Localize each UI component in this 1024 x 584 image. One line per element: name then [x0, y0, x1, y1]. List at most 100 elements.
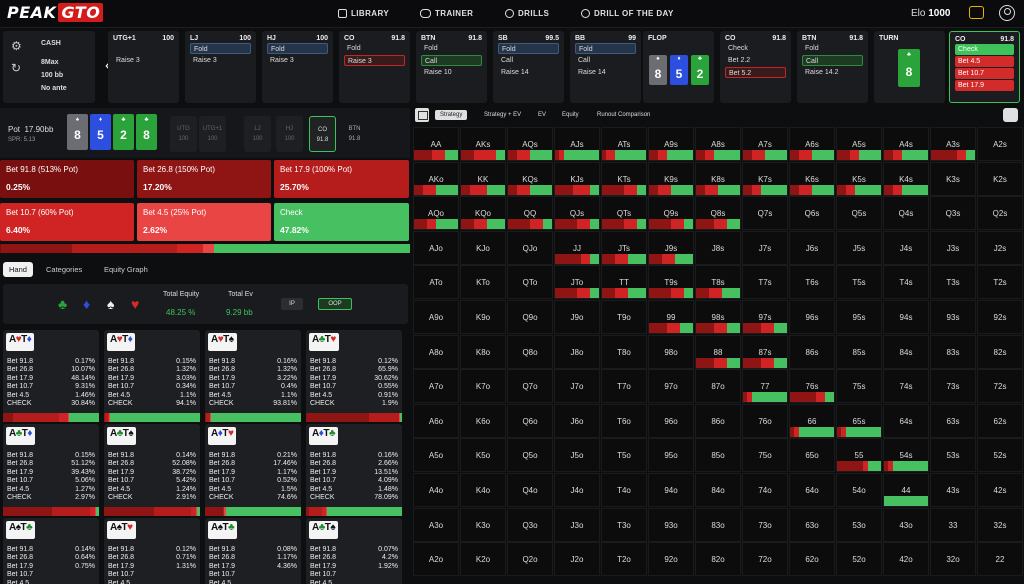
matrix-cell[interactable]: T4s — [883, 265, 929, 300]
matrix-cell[interactable]: K5s — [836, 161, 882, 196]
matrix-cell[interactable]: J9s — [648, 230, 694, 265]
matrix-cell[interactable]: T5o — [601, 438, 647, 473]
matrix-cell[interactable]: 98o — [648, 334, 694, 369]
action-option[interactable]: Call — [421, 55, 482, 66]
matrix-cell[interactable]: 43o — [883, 507, 929, 542]
seat-btn[interactable]: BTN 91.8 — [341, 116, 368, 152]
matrix-cell[interactable]: 95s — [836, 300, 882, 334]
matrix-cell[interactable]: 96o — [648, 403, 694, 438]
logo[interactable]: PEAK GTO — [7, 3, 104, 22]
matrix-cell[interactable]: A7o — [413, 369, 459, 404]
matrix-cell[interactable]: T2s — [977, 265, 1023, 300]
matrix-cell[interactable]: K6s — [789, 161, 835, 196]
action-card-btn[interactable]: BTN 91.8 Fold Call Raise 10 — [416, 31, 487, 103]
matrix-cell[interactable]: T6s — [789, 265, 835, 300]
matrix-cell[interactable]: J6s — [789, 230, 835, 265]
combo-card[interactable]: A♥T♦ Bet 91.8 0.15% Bet 26.8 1.32% Bet 17.9 3.… — [104, 330, 200, 422]
matrix-cell[interactable]: T2o — [601, 542, 647, 577]
matrix-cell[interactable]: QJs — [554, 196, 600, 231]
combo-card[interactable]: A♣T♠ Bet 91.8 0.14% Bet 26.8 52.08% Bet 17.9 3… — [104, 424, 201, 516]
combo-card[interactable]: A♠T♣ Bet 91.8 0.14% Bet 26.8 0.64% Bet 17.9 0.… — [3, 518, 99, 584]
matrix-cell[interactable]: 66 — [789, 403, 835, 438]
tab-hand[interactable]: Hand — [3, 262, 33, 277]
matrix-cell[interactable]: 92s — [977, 300, 1023, 334]
matrix-cell[interactable]: A3o — [413, 507, 459, 542]
matrix-cell[interactable]: T4o — [601, 473, 647, 507]
matrix-cell[interactable]: 76s — [789, 369, 835, 404]
matrix-cell[interactable]: AQo — [413, 196, 459, 231]
matrix-cell[interactable]: K7o — [460, 369, 506, 404]
matrix-cell[interactable]: Q4s — [883, 196, 929, 231]
matrix-cell[interactable]: K4o — [460, 473, 506, 507]
combo-card[interactable]: A♠T♣ Bet 91.8 0.08% Bet 26.8 1.17% Bet 17.9 4.… — [205, 518, 301, 584]
action-option[interactable]: Check — [725, 43, 786, 54]
matrix-cell[interactable]: JTo — [554, 265, 600, 300]
matrix-cell[interactable]: Q2s — [977, 196, 1023, 231]
matrix-cell[interactable]: J4o — [554, 473, 600, 507]
matrix-cell[interactable]: 82s — [977, 334, 1023, 369]
matrix-cell[interactable]: 44 — [883, 473, 929, 507]
matrix-cell[interactable]: AJo — [413, 230, 459, 265]
matrix-cell[interactable]: T9o — [601, 300, 647, 334]
matrix-cell[interactable]: JJ — [554, 230, 600, 265]
matrix-cell[interactable]: Q9s — [648, 196, 694, 231]
matrix-cell[interactable]: 84o — [695, 473, 741, 507]
matrix-cell[interactable]: QJo — [507, 230, 553, 265]
action-option[interactable]: Check — [955, 44, 1014, 55]
matrix-cell[interactable]: 82o — [695, 542, 741, 577]
matrix-cell[interactable]: Q6s — [789, 196, 835, 231]
matrix-cell[interactable]: A2s — [977, 127, 1023, 161]
matrix-cell[interactable]: 54o — [836, 473, 882, 507]
matrix-cell[interactable]: 93o — [648, 507, 694, 542]
action-option[interactable]: Bet 17.9 — [955, 80, 1014, 91]
matrix-cell[interactable]: Q4o — [507, 473, 553, 507]
matrix-cell[interactable]: J3o — [554, 507, 600, 542]
combo-card[interactable]: A♥T♠ Bet 91.8 0.16% Bet 26.8 1.32% Bet 17.9 3.… — [205, 330, 302, 422]
matrix-cell[interactable]: 75o — [742, 438, 788, 473]
matrix-cell[interactable]: KJo — [460, 230, 506, 265]
tab-ev[interactable]: EV — [533, 110, 551, 120]
bet-option[interactable]: Bet 10.7 (60% Pot) 6.40% — [0, 203, 134, 241]
matrix-cell[interactable]: Q7o — [507, 369, 553, 404]
action-card-btn[interactable]: BTN 91.8 Fold Call Raise 14.2 — [797, 31, 868, 103]
tab-strategy-ev[interactable]: Strategy + EV — [479, 110, 526, 120]
matrix-cell[interactable]: 83o — [695, 507, 741, 542]
action-option[interactable]: Raise 10 — [421, 67, 482, 78]
matrix-cell[interactable]: 94o — [648, 473, 694, 507]
matrix-cell[interactable]: K4s — [883, 161, 929, 196]
seat-utg+1[interactable]: UTG+1 100 — [199, 116, 226, 152]
matrix-cell[interactable]: J4s — [883, 230, 929, 265]
matrix-cell[interactable]: A9s — [648, 127, 694, 161]
action-option[interactable]: Fold — [190, 43, 251, 54]
matrix-cell[interactable]: 94s — [883, 300, 929, 334]
matrix-cell[interactable]: Q8o — [507, 334, 553, 369]
matrix-cell[interactable]: 42s — [977, 473, 1023, 507]
matrix-cell[interactable]: 97o — [648, 369, 694, 404]
matrix-cell[interactable]: Q7s — [742, 196, 788, 231]
matrix-cell[interactable]: A8o — [413, 334, 459, 369]
matrix-cell[interactable]: 42o — [883, 542, 929, 577]
matrix-cell[interactable]: KJs — [554, 161, 600, 196]
action-card-bb[interactable]: BB 99 Fold Call Raise 14 — [570, 31, 641, 103]
action-option[interactable]: Bet 4.5 — [955, 56, 1014, 67]
matrix-cell[interactable]: QTs — [601, 196, 647, 231]
matrix-cell[interactable]: A6s — [789, 127, 835, 161]
matrix-cell[interactable]: 64o — [789, 473, 835, 507]
matrix-cell[interactable]: K8o — [460, 334, 506, 369]
bet-option[interactable]: Check 47.82% — [274, 203, 409, 241]
combo-card[interactable]: A♦T♣ Bet 91.8 0.16% Bet 26.8 2.66% Bet 17.9 13… — [306, 424, 402, 516]
action-card-turn[interactable]: TURN ♣ 8 — [874, 31, 945, 103]
club-filter-icon[interactable]: ♣ — [58, 296, 67, 312]
matrix-cell[interactable]: 55 — [836, 438, 882, 473]
matrix-cell[interactable]: 22 — [977, 542, 1023, 577]
matrix-cell[interactable]: AJs — [554, 127, 600, 161]
matrix-cell[interactable]: 65o — [789, 438, 835, 473]
matrix-cell[interactable]: 64s — [883, 403, 929, 438]
matrix-cell[interactable]: QQ — [507, 196, 553, 231]
matrix-cell[interactable]: 74s — [883, 369, 929, 404]
matrix-cell[interactable]: 87o — [695, 369, 741, 404]
matrix-cell[interactable]: 54s — [883, 438, 929, 473]
nav-drills[interactable]: DRILLS — [505, 9, 549, 18]
matrix-cell[interactable]: A6o — [413, 403, 459, 438]
matrix-cell[interactable]: 93s — [930, 300, 976, 334]
